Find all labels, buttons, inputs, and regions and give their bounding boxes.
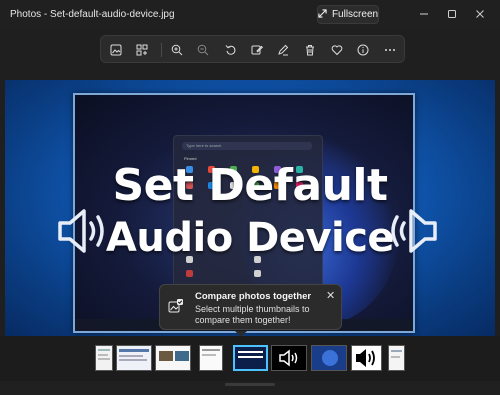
view-all-button[interactable]	[133, 41, 151, 59]
thumbnail[interactable]	[155, 345, 191, 371]
rotate-icon	[225, 45, 236, 55]
compare-photos-tip: Compare photos together Select multiple …	[159, 284, 342, 330]
toolbar-divider	[161, 43, 162, 57]
minimize-button[interactable]	[415, 6, 433, 22]
fullscreen-label: Fullscreen	[331, 9, 379, 20]
view-all-icon	[136, 44, 148, 56]
maximize-button[interactable]	[443, 6, 461, 22]
close-icon	[476, 10, 484, 18]
delete-icon	[306, 45, 314, 56]
more-icon	[385, 49, 395, 51]
thumbnail[interactable]	[95, 345, 113, 371]
filmstrip-scrollbar[interactable]	[225, 383, 275, 386]
info-icon	[357, 44, 369, 56]
file-icon	[254, 270, 261, 277]
close-button[interactable]	[471, 6, 489, 22]
thumbnail[interactable]	[199, 345, 223, 371]
zoom-in-icon	[171, 44, 183, 56]
delete-button[interactable]	[301, 41, 319, 59]
image-info-button[interactable]	[107, 41, 125, 59]
zoom-out-icon	[197, 44, 209, 56]
photos-window: Photos - Set-default-audio-device.jpg Fu…	[0, 0, 500, 395]
thumbnail-selected[interactable]	[233, 345, 268, 371]
speaker-right-icon	[391, 209, 437, 253]
compare-photos-icon	[168, 299, 183, 313]
fullscreen-button[interactable]: Fullscreen	[317, 5, 379, 24]
favorite-button[interactable]	[328, 41, 346, 59]
tip-description: Select multiple thumbnails to compare th…	[195, 304, 310, 325]
title-bar: Photos - Set-default-audio-device.jpg Fu…	[0, 0, 500, 30]
markup-button[interactable]	[274, 41, 292, 59]
file-icon	[186, 270, 193, 277]
window-title: Photos - Set-default-audio-device.jpg	[10, 9, 175, 20]
start-search-box: Type here to search	[182, 142, 312, 150]
maximize-icon	[448, 10, 456, 18]
edit-image-button[interactable]	[248, 41, 266, 59]
markup-icon	[278, 44, 289, 56]
minimize-icon	[420, 13, 428, 15]
bottom-bar	[0, 381, 500, 395]
thumbnail[interactable]	[311, 345, 347, 371]
image-info-icon	[110, 44, 122, 56]
thumbnail[interactable]	[116, 345, 152, 371]
thumbnail[interactable]	[351, 345, 382, 371]
favorite-icon	[331, 45, 343, 56]
thumbnail[interactable]	[388, 345, 405, 371]
zoom-in-button[interactable]	[168, 41, 186, 59]
edit-image-icon	[251, 45, 263, 55]
filmstrip	[0, 336, 500, 381]
more-options-button[interactable]	[381, 41, 399, 59]
zoom-out-button[interactable]	[194, 41, 212, 59]
image-toolbar	[100, 35, 405, 63]
expand-icon	[318, 8, 327, 21]
rotate-button[interactable]	[222, 41, 240, 59]
tip-title: Compare photos together	[195, 291, 312, 302]
speaker-left-icon	[58, 209, 104, 253]
headline-line1: Set Default	[112, 160, 388, 211]
thumbnail[interactable]	[271, 345, 307, 371]
tip-close-button[interactable]: ✕	[326, 289, 335, 302]
info-button[interactable]	[354, 41, 372, 59]
